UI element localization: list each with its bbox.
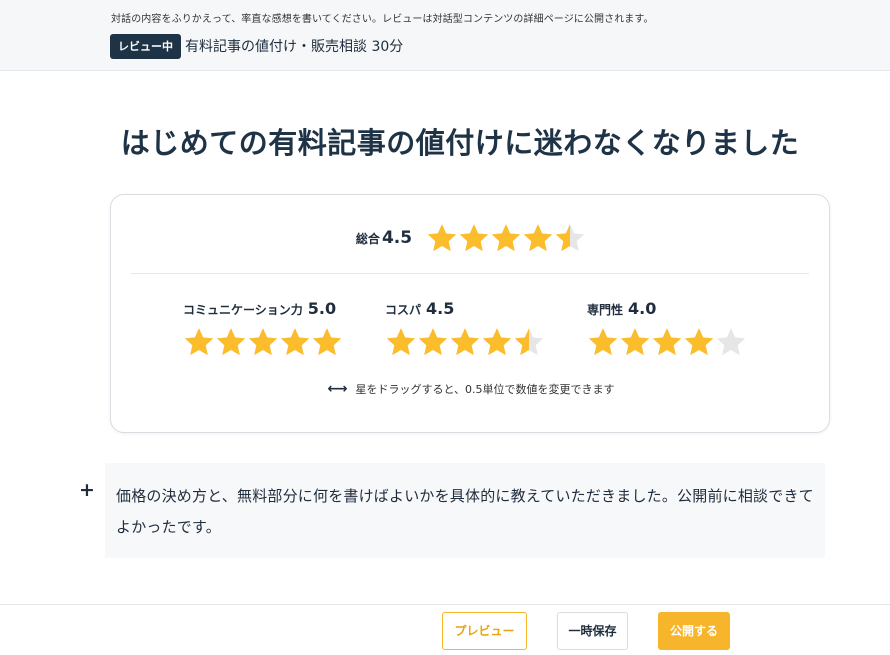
preview-button[interactable]: プレビュー xyxy=(442,612,527,650)
cost-performance-star-rating[interactable] xyxy=(385,326,545,358)
sub-rating-label: コミュニケーション力 xyxy=(183,303,303,317)
star-icon[interactable] xyxy=(279,326,311,358)
review-edit-page: 対話の内容をふりかえって、率直な感想を書いてください。レビューは対話型コンテンツ… xyxy=(0,0,890,655)
save-draft-button[interactable]: 一時保存 xyxy=(557,612,628,650)
sub-rating-label: コスパ xyxy=(385,303,422,317)
star-icon[interactable] xyxy=(417,326,449,358)
star-icon[interactable] xyxy=(651,326,683,358)
double-arrow-icon: ⟷ xyxy=(327,381,348,397)
star-icon[interactable] xyxy=(449,326,481,358)
status-badge: レビュー中 xyxy=(110,34,181,59)
plus-icon[interactable]: + xyxy=(79,480,95,500)
star-icon[interactable] xyxy=(554,222,586,254)
publish-button[interactable]: 公開する xyxy=(658,612,730,650)
sub-rating-expertise: 専門性 4.0 xyxy=(587,299,747,358)
star-icon[interactable] xyxy=(183,326,215,358)
star-icon[interactable] xyxy=(385,326,417,358)
overall-star-rating[interactable] xyxy=(426,222,586,254)
footer-actions: プレビュー 一時保存 公開する xyxy=(0,604,890,655)
sub-rating-value: 4.5 xyxy=(426,299,455,318)
overall-rating-label: 総合 xyxy=(355,231,380,246)
star-icon[interactable] xyxy=(426,222,458,254)
header-note: 対話の内容をふりかえって、率直な感想を書いてください。レビューは対話型コンテンツ… xyxy=(111,14,654,25)
comment-text[interactable]: 価格の決め方と、無料部分に何を書けばよいかを具体的に教えていただきました。公開前… xyxy=(116,481,815,543)
review-title[interactable]: はじめての有料記事の値付けに迷わなくなりました xyxy=(0,120,890,162)
drag-hint: ⟷ 星をドラッグすると、0.5単位で数値を変更できます xyxy=(111,381,831,397)
star-icon[interactable] xyxy=(522,222,554,254)
overall-rating: 総合 4.5 xyxy=(111,221,831,255)
star-icon[interactable] xyxy=(311,326,343,358)
star-icon[interactable] xyxy=(458,222,490,254)
sub-rating-value: 4.0 xyxy=(628,299,657,318)
sub-rating-communication: コミュニケーション力 5.0 xyxy=(183,299,343,358)
star-icon[interactable] xyxy=(215,326,247,358)
overall-rating-value: 4.5 xyxy=(381,228,413,248)
star-icon[interactable] xyxy=(513,326,545,358)
comment-editor[interactable]: 価格の決め方と、無料部分に何を書けばよいかを具体的に教えていただきました。公開前… xyxy=(105,463,825,558)
star-icon[interactable] xyxy=(490,222,522,254)
content-title: 有料記事の値付け・販売相談 30分 xyxy=(185,39,404,55)
star-icon[interactable] xyxy=(715,326,747,358)
star-icon[interactable] xyxy=(587,326,619,358)
star-icon[interactable] xyxy=(247,326,279,358)
star-icon[interactable] xyxy=(481,326,513,358)
expertise-star-rating[interactable] xyxy=(587,326,747,358)
sub-rating-value: 5.0 xyxy=(307,299,337,318)
sub-rating-label: 専門性 xyxy=(587,303,624,317)
divider xyxy=(131,273,809,274)
sub-rating-cost-performance: コスパ 4.5 xyxy=(385,299,545,358)
rating-card: 総合 4.5 コミュニケーション力 5.0 コスパ 4.5 専門性 4.0 ⟷ … xyxy=(110,194,830,433)
drag-hint-text: 星をドラッグすると、0.5単位で数値を変更できます xyxy=(355,383,615,396)
header: 対話の内容をふりかえって、率直な感想を書いてください。レビューは対話型コンテンツ… xyxy=(0,0,890,71)
star-icon[interactable] xyxy=(683,326,715,358)
star-icon[interactable] xyxy=(619,326,651,358)
communication-star-rating[interactable] xyxy=(183,326,343,358)
